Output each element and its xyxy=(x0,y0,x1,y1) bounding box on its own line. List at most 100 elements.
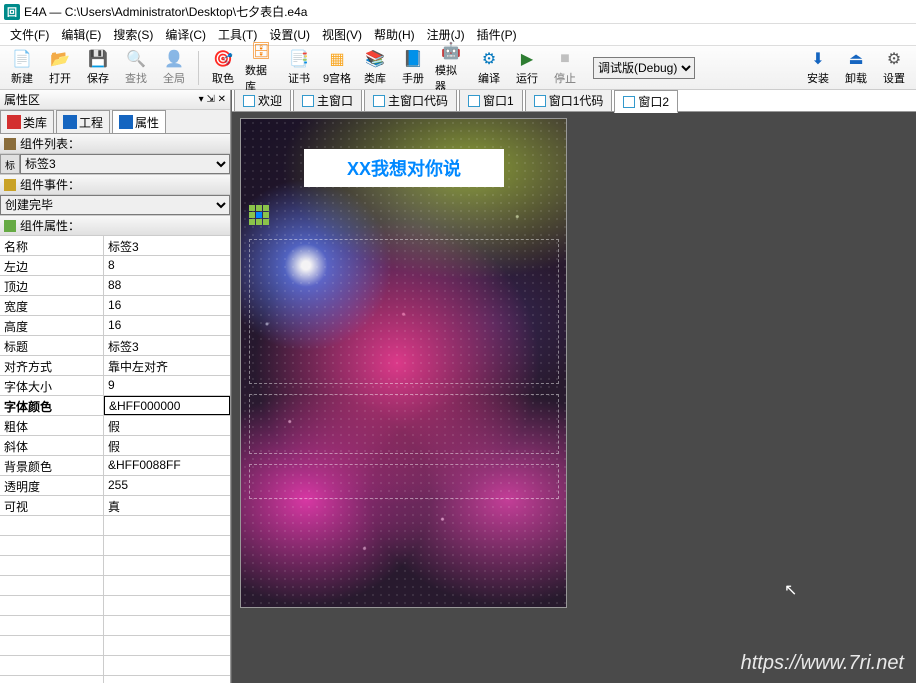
settings-icon: ⚙ xyxy=(884,49,904,69)
prop-row-对齐方式[interactable]: 对齐方式靠中左对齐 xyxy=(0,356,230,376)
file-tab-窗口2[interactable]: 窗口2 xyxy=(614,90,678,113)
menu-设置[interactable]: 设置(U) xyxy=(263,24,316,45)
panel-tab-属性[interactable]: 属性 xyxy=(112,110,166,133)
prop-row-名称[interactable]: 名称标签3 xyxy=(0,236,230,256)
manual-icon: 📘 xyxy=(403,49,423,69)
cert-icon: 📑 xyxy=(289,49,309,69)
global-button: 👤全局 xyxy=(156,48,192,88)
menu-帮助[interactable]: 帮助(H) xyxy=(368,24,421,45)
prop-row-宽度[interactable]: 宽度16 xyxy=(0,296,230,316)
file-tab-主窗口代码[interactable]: 主窗口代码 xyxy=(364,90,457,112)
component-list-label: 组件列表： xyxy=(20,135,80,152)
combo-prefix-icon: 标 xyxy=(0,154,20,174)
grid9-icon: ▦ xyxy=(327,49,347,69)
selection-outline xyxy=(249,464,559,499)
menu-文件[interactable]: 文件(F) xyxy=(4,24,55,45)
event-select[interactable]: 创建完毕 xyxy=(0,195,230,215)
prop-row-empty xyxy=(0,556,230,576)
cert-button[interactable]: 📑证书 xyxy=(281,48,317,88)
settings-button[interactable]: ⚙设置 xyxy=(876,48,912,88)
save-button[interactable]: 💾保存 xyxy=(80,48,116,88)
prop-row-字体大小[interactable]: 字体大小9 xyxy=(0,376,230,396)
install-icon: ⬇ xyxy=(808,49,828,69)
menu-插件[interactable]: 插件(P) xyxy=(471,24,523,45)
prop-row-左边[interactable]: 左边8 xyxy=(0,256,230,276)
tab-icon xyxy=(119,115,133,129)
pick-icon: 🎯 xyxy=(213,49,233,69)
prop-row-字体颜色[interactable]: 字体颜色&HFF000000 xyxy=(0,396,230,416)
run-icon: ▶ xyxy=(517,49,537,69)
prop-row-empty xyxy=(0,616,230,636)
panel-tab-工程[interactable]: 工程 xyxy=(56,110,110,133)
tab-icon xyxy=(63,115,77,129)
prop-row-顶边[interactable]: 顶边88 xyxy=(0,276,230,296)
install-button[interactable]: ⬇安装 xyxy=(800,48,836,88)
pick-button[interactable]: 🎯取色 xyxy=(205,48,241,88)
file-tab-欢迎[interactable]: 欢迎 xyxy=(234,90,291,112)
file-icon xyxy=(534,95,546,107)
uninstall-button[interactable]: ⏏卸载 xyxy=(838,48,874,88)
file-tab-主窗口[interactable]: 主窗口 xyxy=(293,90,362,112)
prop-row-可视[interactable]: 可视真 xyxy=(0,496,230,516)
menu-编译[interactable]: 编译(C) xyxy=(159,24,212,45)
open-button[interactable]: 📂打开 xyxy=(42,48,78,88)
menu-搜索[interactable]: 搜索(S) xyxy=(107,24,159,45)
label-title[interactable]: XX我想对你说 xyxy=(304,149,504,187)
component-props-label: 组件属性： xyxy=(20,217,80,234)
component-select[interactable]: 标签3 xyxy=(20,154,230,174)
emu-icon: 🤖 xyxy=(441,41,461,61)
prop-row-高度[interactable]: 高度16 xyxy=(0,316,230,336)
prop-row-empty xyxy=(0,576,230,596)
manual-button[interactable]: 📘手册 xyxy=(395,48,431,88)
compile-icon: ⚙ xyxy=(479,49,499,69)
component-list-header: 组件列表： xyxy=(0,134,230,154)
menu-视图[interactable]: 视图(V) xyxy=(316,24,368,45)
prop-row-empty xyxy=(0,656,230,676)
title-bar: 回 E4A — C:\Users\Administrator\Desktop\七… xyxy=(0,0,916,24)
component-event-combo[interactable]: 创建完毕 xyxy=(0,195,230,216)
run-button[interactable]: ▶运行 xyxy=(509,48,545,88)
component-event-header: 组件事件： xyxy=(0,175,230,195)
lib-icon: 📚 xyxy=(365,49,385,69)
uninstall-icon: ⏏ xyxy=(846,49,866,69)
grid9-button[interactable]: ▦9宫格 xyxy=(319,48,355,88)
build-config-select[interactable]: 调试版(Debug) xyxy=(593,57,695,79)
prop-row-标题[interactable]: 标题标签3 xyxy=(0,336,230,356)
component-list-combo[interactable]: 标 标签3 xyxy=(0,154,230,175)
panel-title-text: 属性区 xyxy=(4,91,40,108)
property-grid[interactable]: 名称标签3左边8顶边88宽度16高度16标题标签3对齐方式靠中左对齐字体大小9字… xyxy=(0,236,230,683)
prop-row-empty xyxy=(0,636,230,656)
wrench-icon xyxy=(4,138,16,150)
prop-row-斜体[interactable]: 斜体假 xyxy=(0,436,230,456)
prop-row-empty xyxy=(0,676,230,683)
prop-row-透明度[interactable]: 透明度255 xyxy=(0,476,230,496)
component-event-label: 组件事件： xyxy=(20,176,80,193)
new-icon: 📄 xyxy=(12,49,32,69)
prop-row-empty xyxy=(0,596,230,616)
stop-button: ■停止 xyxy=(547,48,583,88)
file-tabs: 欢迎主窗口主窗口代码窗口1窗口1代码窗口2 xyxy=(232,90,916,112)
prop-row-empty xyxy=(0,536,230,556)
panel-tab-类库[interactable]: 类库 xyxy=(0,110,54,133)
app-icon: 回 xyxy=(4,4,20,20)
design-canvas[interactable]: XX我想对你说 xyxy=(240,118,567,608)
panel-controls[interactable]: ▾ ⇲ ✕ xyxy=(199,94,226,105)
cursor-icon: ↖ xyxy=(784,580,797,600)
lib-button[interactable]: 📚类库 xyxy=(357,48,393,88)
prop-row-粗体[interactable]: 粗体假 xyxy=(0,416,230,436)
watermark: https://www.7ri.net xyxy=(741,652,904,675)
tab-icon xyxy=(7,115,21,129)
compile-button[interactable]: ⚙编译 xyxy=(471,48,507,88)
emu-button[interactable]: 🤖模拟器 xyxy=(433,48,469,88)
design-area: 欢迎主窗口主窗口代码窗口1窗口1代码窗口2 XX我想对你说 ↖ xyxy=(231,90,916,683)
list-icon xyxy=(4,220,16,232)
file-tab-窗口1[interactable]: 窗口1 xyxy=(459,90,523,112)
new-button[interactable]: 📄新建 xyxy=(4,48,40,88)
db-button[interactable]: 🗄数据库 xyxy=(243,48,279,88)
menu-编辑[interactable]: 编辑(E) xyxy=(55,24,107,45)
db-icon: 🗄 xyxy=(251,41,271,61)
selected-component-label3[interactable] xyxy=(249,205,269,225)
toolbar: 📄新建📂打开💾保存🔍查找👤全局🎯取色🗄数据库📑证书▦9宫格📚类库📘手册🤖模拟器⚙… xyxy=(0,46,916,90)
file-tab-窗口1代码[interactable]: 窗口1代码 xyxy=(525,90,613,112)
prop-row-背景颜色[interactable]: 背景颜色&HFF0088FF xyxy=(0,456,230,476)
